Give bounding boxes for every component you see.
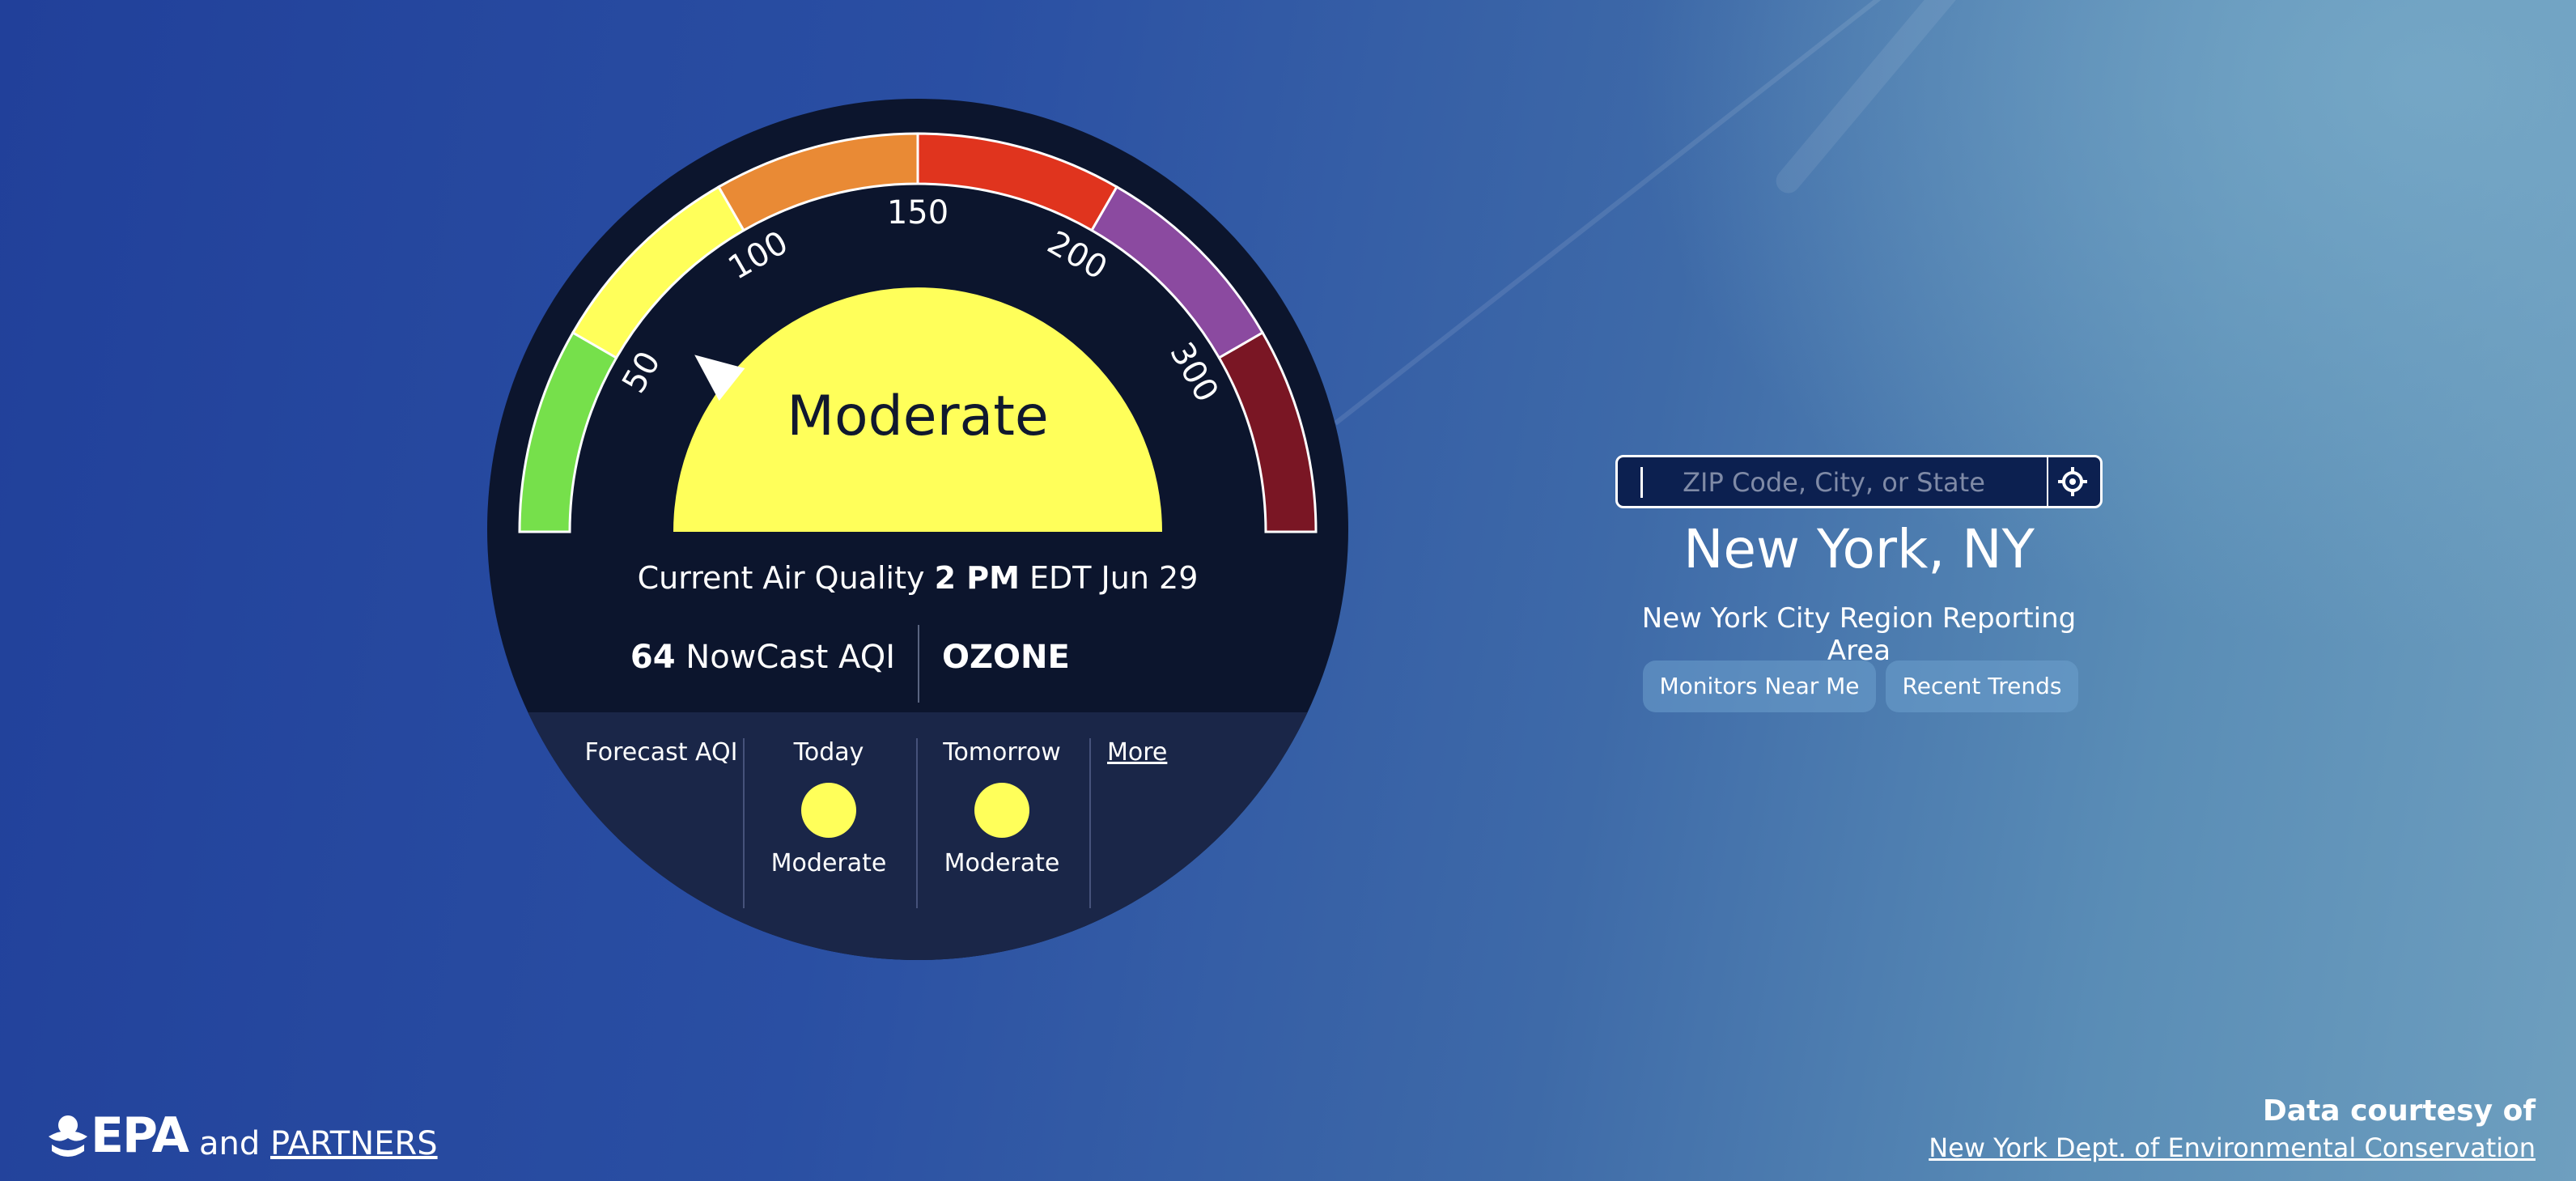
partners-link[interactable]: PARTNERS <box>270 1125 438 1162</box>
forecast-divider <box>916 738 918 908</box>
gauge-tick-label: 150 <box>887 194 948 232</box>
today-value: Moderate <box>770 849 887 877</box>
courtesy-source-link[interactable]: New York Dept. of Environmental Conserva… <box>1929 1132 2536 1163</box>
tomorrow-label: Tomorrow <box>943 738 1061 767</box>
gauge-tick-label: 50 <box>615 345 668 399</box>
tomorrow-value: Moderate <box>944 849 1060 877</box>
today-label: Today <box>793 738 864 767</box>
gauge-arc-hazardous <box>1217 330 1318 533</box>
search-input[interactable] <box>1626 457 2042 508</box>
and-text: and <box>199 1125 261 1162</box>
aqi-gauge-dial: 50 100 150 200 300 Moderate Current Air Qual… <box>487 99 1348 960</box>
epa-logo-text[interactable]: EPA <box>91 1107 189 1164</box>
pollutant-label: OZONE <box>942 639 1070 676</box>
tomorrow-aqi-dot <box>974 783 1029 838</box>
gauge-arc-very-unhealthy <box>1089 185 1265 360</box>
today-aqi-dot <box>801 783 856 838</box>
forecast-more-link[interactable]: More <box>1107 738 1167 767</box>
aqi-category-label: Moderate <box>787 384 1048 448</box>
forecast-divider <box>743 738 745 908</box>
crosshair-icon <box>2058 467 2087 496</box>
reporting-area: New York City Region Reporting Area <box>1641 602 2077 667</box>
city-name: New York, NY <box>1683 518 2035 580</box>
use-my-location-button[interactable] <box>2047 457 2100 506</box>
forecast-divider <box>1089 738 1091 908</box>
nowcast-label: NowCast AQI <box>685 639 895 676</box>
epa-flower-logo-icon <box>49 1115 87 1157</box>
nowcast-aqi: 64 NowCast AQI <box>630 625 895 690</box>
recent-trends-button[interactable]: Recent Trends <box>1886 661 2078 712</box>
background-light-streak <box>1334 0 1912 426</box>
background-light-streak <box>1771 0 1998 198</box>
courtesy-title: Data courtesy of <box>2262 1094 2536 1128</box>
forecast-label: Forecast AQI <box>584 738 738 767</box>
forecast-tomorrow[interactable]: Tomorrow Moderate <box>921 738 1083 877</box>
current-label: Current Air Quality <box>637 560 925 596</box>
nowcast-row: 64 NowCast AQI OZONE <box>487 625 1348 703</box>
location-search <box>1615 455 2103 508</box>
current-date: EDT Jun 29 <box>1029 560 1199 596</box>
current-time: 2 PM <box>934 560 1020 596</box>
nowcast-value: 64 <box>630 639 676 676</box>
gauge-arc-good <box>518 330 618 533</box>
data-courtesy: Data courtesy of New York Dept. of Envir… <box>1929 1094 2536 1163</box>
row-divider <box>918 625 919 703</box>
gauge-arc-moderate <box>571 185 746 360</box>
monitors-near-me-button[interactable]: Monitors Near Me <box>1643 661 1876 712</box>
current-air-quality-line: Current Air Quality 2 PM EDT Jun 29 <box>487 560 1348 596</box>
and-partners: and PARTNERS <box>199 1125 438 1162</box>
forecast-today[interactable]: Today Moderate <box>748 738 910 877</box>
